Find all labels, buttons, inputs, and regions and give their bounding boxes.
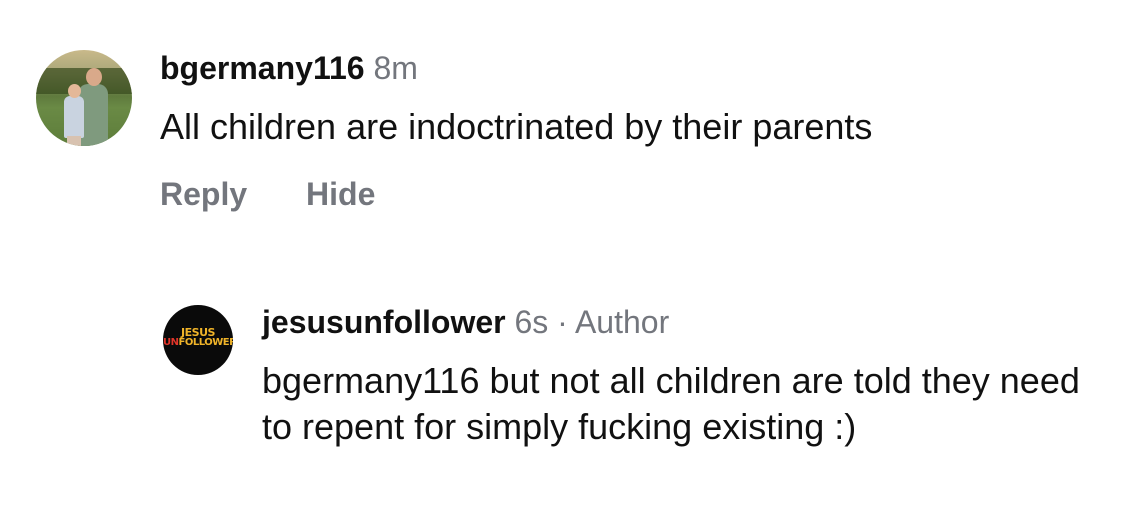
reply-button[interactable]: Reply xyxy=(160,174,247,214)
author-badge: Author xyxy=(574,304,670,340)
comment-actions: Reply Hide xyxy=(160,174,375,214)
avatar[interactable] xyxy=(36,50,132,146)
comment-header: bgermany116 8m xyxy=(160,48,418,88)
comment-header: jesusunfollower 6s · Author xyxy=(262,302,669,342)
avatar-logo-text-line2: UNFOLLOWER xyxy=(163,338,233,348)
timestamp: 6s xyxy=(514,304,549,340)
username[interactable]: jesusunfollower xyxy=(262,304,506,340)
comment-text: bgermany116 but not all children are tol… xyxy=(262,360,1080,447)
username[interactable]: bgermany116 xyxy=(160,50,365,86)
avatar[interactable]: JESUS UNFOLLOWER xyxy=(163,305,233,375)
comment-jesusunfollower: JESUS UNFOLLOWER jesusunfollower 6s · Au… xyxy=(0,290,1121,514)
hide-button[interactable]: Hide xyxy=(306,174,375,214)
avatar-logo-prefix: UN xyxy=(163,337,179,348)
comment-bgermany116: bgermany116 8m All children are indoctri… xyxy=(0,0,1121,240)
avatar-child-head xyxy=(68,84,81,98)
avatar-logo-suffix: FOLLOWER xyxy=(178,337,234,348)
separator: · xyxy=(557,304,568,340)
comment-text: All children are indoctrinated by their … xyxy=(160,106,873,147)
timestamp: 8m xyxy=(373,50,418,86)
avatar-child-legs xyxy=(67,136,81,146)
avatar-child-figure xyxy=(64,96,84,138)
avatar-figure-head xyxy=(86,68,102,86)
